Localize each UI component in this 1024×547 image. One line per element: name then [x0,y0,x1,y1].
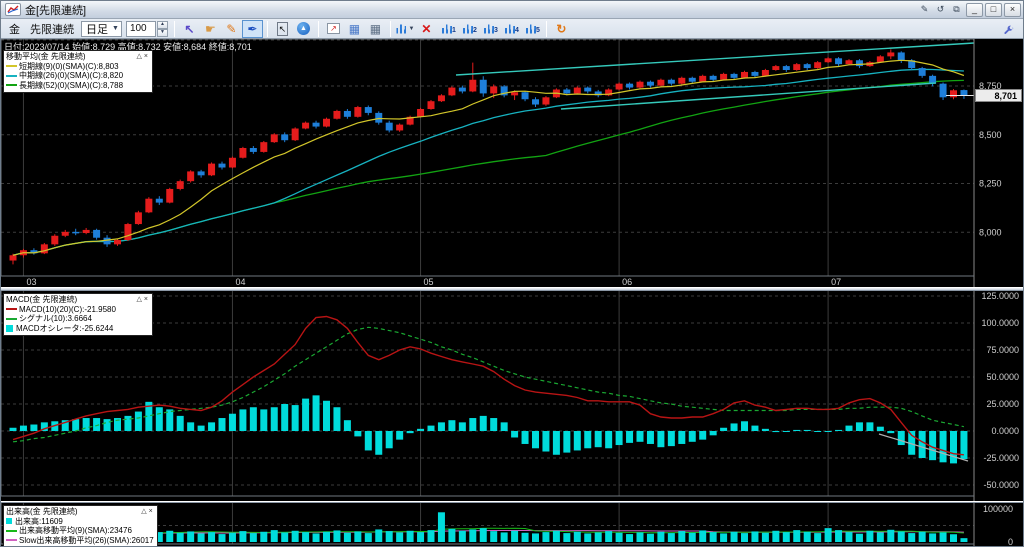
duplicate-window-icon[interactable]: ⧉ [949,3,964,16]
volume-legend: 出来高(金 先限連続) △ × 出来高:11609 出来高移動平均(9)(SMA… [3,505,158,546]
svg-text:04: 04 [235,277,245,287]
table-dense-icon: ▦ [369,21,382,36]
volume-panel: 100000 0 出来高(金 先限連続) △ × 出来高:11609 出来高移動平… [1,503,1023,547]
svg-text:05: 05 [424,277,434,287]
contract-label: 先限連続 [30,23,74,36]
legend-row-signal: シグナル(10):3.6664 [6,314,149,324]
legend-minimize-icon[interactable]: △ [136,52,143,62]
indicator-slot-3-button[interactable]: 3 [479,20,500,38]
legend-row-volume: 出来高:11609 [6,517,154,527]
main-chart-canvas[interactable]: 03 04 05 06 078,7508,5008,2508,000 [1,39,1024,287]
legend-row-sma-mid: 中期線(26)(0)(SMA)(C):8,820 [6,71,149,81]
timeframe-select[interactable]: 日足 ▼ [81,20,122,37]
circle-up-icon: ▲ [296,22,310,35]
cursor-tool-button[interactable]: ↖ [179,20,200,38]
chevron-down-icon: ▼ [112,25,119,32]
pencil-tool-button[interactable]: ✎ [221,20,242,38]
legend-close-icon[interactable]: × [143,52,149,62]
ma-legend-title: 移動平均(金 先限連続) [6,52,86,61]
settings-button[interactable] [998,21,1019,39]
svg-text:8,500: 8,500 [979,130,1002,140]
legend-minimize-icon[interactable]: △ [140,507,147,517]
reload-icon[interactable]: ↺ [933,3,948,16]
macd-chart-canvas[interactable]: 125.0000 100.0000 75.0000 50.0000 25.0000 0.0… [1,291,1024,501]
cursor-icon: ↖ [184,21,195,36]
refresh-button[interactable]: ↻ [551,20,572,38]
svg-text:8,000: 8,000 [979,227,1002,237]
wrench-icon [1004,25,1014,34]
window-title: 金[先限連続] [25,4,87,17]
svg-text:-50.0000: -50.0000 [983,480,1019,490]
macd-panel: 125.0000 100.0000 75.0000 50.0000 25.0000 0.0… [1,291,1024,501]
macd-legend-title: MACD(金 先限連続) [6,295,78,304]
bar-count-stepper[interactable]: 100 ▲ ▼ [125,20,168,37]
ma-legend: 移動平均(金 先限連続) △ × 短期線(9)(0)(SMA)(C):8,803… [3,50,153,93]
indicator-slot-2-button[interactable]: 2 [458,20,479,38]
indicator-slot-1-button[interactable]: 1 [437,20,458,38]
legend-row-osc: MACDオシレータ:-25.6244 [6,324,149,334]
legend-close-icon[interactable]: × [148,507,154,517]
svg-text:8,250: 8,250 [979,179,1002,189]
new-chart-button[interactable]: ↗ [323,20,344,38]
chart-frame-icon: ↗ [326,23,340,34]
legend-row-sma-long: 長期線(52)(0)(SMA)(C):8,788 [6,81,149,91]
title-bar[interactable]: 金[先限連続] ✎ ↺ ⧉ _ □ × [1,1,1023,19]
toolbar: 金 先限連続 日足 ▼ 100 ▲ ▼ ↖ ☛ ✎ ✒ ↖ ▲ ↗ ▦ ▦ ▼ ✕ … [1,19,1023,39]
svg-text:0.0000: 0.0000 [991,426,1019,436]
app-chart-icon [5,3,21,16]
svg-text:0: 0 [1008,537,1013,547]
chart-window: 金[先限連続] ✎ ↺ ⧉ _ □ × 金 先限連続 日足 ▼ 100 ▲ ▼ ↖ … [0,0,1024,547]
grid-dense-button[interactable]: ▦ [365,20,386,38]
pin-icon[interactable]: ✎ [917,3,932,16]
step-up-icon[interactable]: ▲ [156,20,168,29]
select-arrow-icon: ↖ [276,21,289,36]
legend-row-vol-ma: 出来高移動平均(9)(SMA):23476 [6,526,154,536]
legend-close-icon[interactable]: × [143,295,149,305]
svg-text:25.0000: 25.0000 [986,399,1019,409]
indicator-slot-4-button[interactable]: 4 [500,20,521,38]
histogram-icon [396,24,408,34]
select-region-button[interactable]: ↖ [272,20,293,38]
close-button[interactable]: × [1004,2,1021,17]
hand-icon: ☛ [205,21,216,36]
svg-text:100.0000: 100.0000 [981,318,1019,328]
legend-row-sma-short: 短期線(9)(0)(SMA)(C):8,803 [6,62,149,72]
pen-nib-icon: ✒ [247,21,258,36]
step-down-icon[interactable]: ▼ [156,28,168,37]
indicator-slot-5-button[interactable]: 5 [521,20,542,38]
legend-minimize-icon[interactable]: △ [136,295,143,305]
last-price-tag: 8,701 [975,89,1022,103]
grid-settings-button[interactable]: ▦ [344,20,365,38]
svg-text:100000: 100000 [983,504,1013,514]
indicator-menu-button[interactable]: ▼ [395,20,416,38]
pencil-icon: ✎ [226,21,237,36]
svg-text:07: 07 [831,277,841,287]
remove-indicator-button[interactable]: ✕ [416,20,437,38]
svg-text:-25.0000: -25.0000 [983,453,1019,463]
svg-text:06: 06 [622,277,632,287]
macd-legend: MACD(金 先限連続) △ × MACD(10)(20)(C):-21.958… [3,293,153,336]
main-chart-panel: 03 04 05 06 07 8,750 8,500 8,250 8,000 日付:2023/0… [1,39,1024,287]
minimize-button[interactable]: _ [966,2,983,17]
volume-legend-title: 出来高(金 先限連続) [6,507,78,516]
table-icon: ▦ [348,21,361,36]
red-x-icon: ✕ [421,21,432,36]
pan-tool-button[interactable]: ☛ [200,20,221,38]
bar-count-input[interactable]: 100 [125,20,156,37]
legend-row-macd: MACD(10)(20)(C):-21.9580 [6,305,149,315]
scroll-latest-button[interactable]: ▲ [293,20,314,38]
svg-text:125.0000: 125.0000 [981,291,1019,301]
legend-row-vol-slow-ma: Slow出来高移動平均(26)(SMA):26017 [6,536,154,546]
symbol-label: 金 [9,23,20,36]
refresh-icon: ↻ [556,21,567,36]
maximize-button[interactable]: □ [985,2,1002,17]
svg-text:03: 03 [26,277,36,287]
svg-text:75.0000: 75.0000 [986,345,1019,355]
svg-text:50.0000: 50.0000 [986,372,1019,382]
trendline-tool-button[interactable]: ✒ [241,19,263,38]
